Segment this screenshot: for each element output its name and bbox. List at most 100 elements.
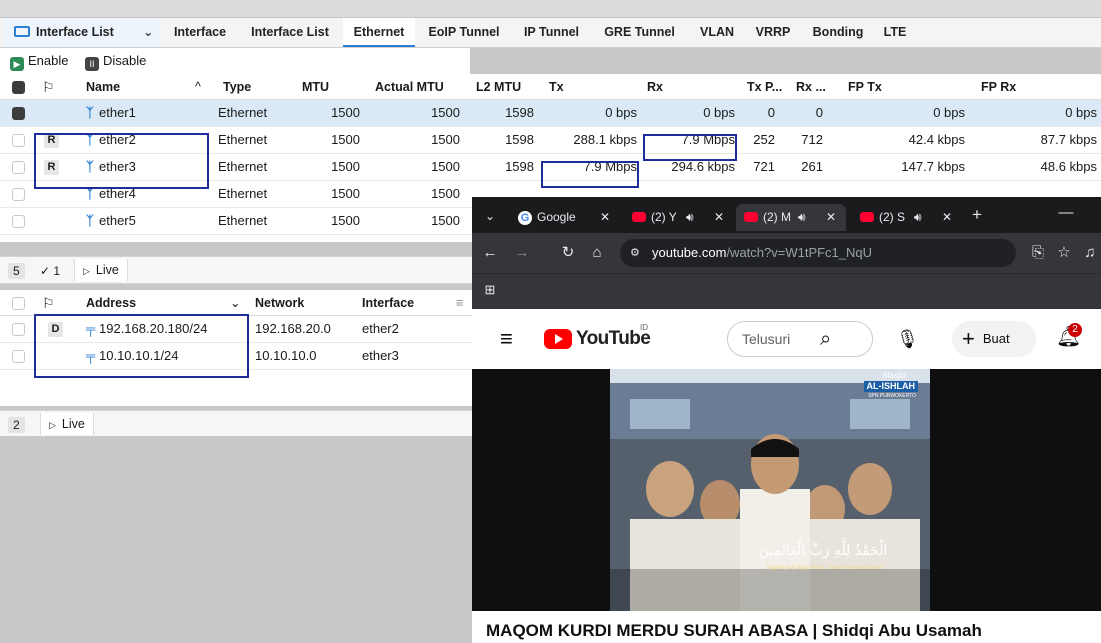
col-l2-mtu[interactable]: L2 MTU: [476, 74, 536, 99]
play-outline-icon: ▷: [49, 420, 56, 430]
menu-icon[interactable]: ≡: [500, 327, 513, 351]
live-button[interactable]: ▷ Live: [40, 413, 94, 435]
select-all-checkbox[interactable]: [12, 81, 25, 94]
tab-eoip-tunnel[interactable]: EoIP Tunnel: [418, 18, 510, 47]
address-bar[interactable]: ⚙ youtube.com/watch?v=W1tPFc1_NqU: [620, 239, 1016, 267]
youtube-icon: [632, 212, 646, 222]
column-menu-icon[interactable]: ≡: [456, 290, 470, 315]
close-icon[interactable]: ✕: [714, 204, 724, 231]
mtu-cell: 1500: [331, 159, 360, 174]
col-address[interactable]: Address: [86, 290, 186, 315]
browser-tab-youtube[interactable]: (2) S 🔊︎ ✕: [852, 204, 962, 231]
apps-grid-icon[interactable]: ⊞: [480, 280, 500, 300]
forward-icon[interactable]: →: [512, 243, 532, 263]
table-row[interactable]: ᛉ ether1 Ethernet 1500 1500 1598 0 bps 0 …: [0, 100, 1101, 127]
col-tx-packets[interactable]: Tx P...: [747, 74, 789, 99]
highlight-box-rows: [34, 133, 209, 189]
browser-toolbar: ← → ↻ ⌂ ⚙ youtube.com/watch?v=W1tPFc1_NqU…: [472, 233, 1101, 273]
col-interface[interactable]: Interface: [362, 290, 442, 315]
row-checkbox[interactable]: [12, 350, 25, 363]
col-name[interactable]: Name: [86, 74, 196, 99]
close-icon[interactable]: ✕: [600, 204, 610, 231]
tab-vlan[interactable]: VLAN: [689, 18, 745, 47]
search-icon[interactable]: ⌕: [820, 327, 831, 351]
enable-button[interactable]: ▶ Enable: [10, 52, 69, 71]
minimize-icon[interactable]: —: [1056, 203, 1076, 223]
select-all-checkbox[interactable]: [12, 297, 25, 310]
tab-ip-tunnel[interactable]: IP Tunnel: [513, 18, 590, 47]
interface-name: ᛉ ether5: [86, 208, 196, 234]
fp-tx-cell: 0 bps: [933, 105, 965, 120]
media-controls-icon[interactable]: ♫: [1080, 243, 1100, 263]
tab-interface[interactable]: Interface: [165, 18, 235, 47]
tab-vrrp[interactable]: VRRP: [748, 18, 798, 47]
ethernet-port-icon: ᛉ: [86, 105, 94, 120]
install-app-icon[interactable]: ⎘: [1028, 243, 1048, 263]
watermark-small: Masjid: [882, 371, 906, 380]
col-actual-mtu[interactable]: Actual MTU: [375, 74, 465, 99]
interface-list-panel-selector[interactable]: Interface List ⌄: [4, 18, 160, 47]
col-rx[interactable]: Rx: [647, 74, 687, 99]
type-cell: Ethernet: [218, 186, 268, 201]
create-button[interactable]: + Buat: [952, 321, 1036, 357]
network-cell: 10.10.10.0: [255, 348, 317, 363]
reload-icon[interactable]: ↻: [558, 243, 578, 263]
site-info-icon[interactable]: ⚙: [630, 239, 640, 267]
row-checkbox[interactable]: [12, 107, 25, 120]
row-checkbox[interactable]: [12, 161, 25, 174]
fp-tx-cell: 147.7 kbps: [901, 159, 965, 174]
close-icon[interactable]: ✕: [826, 204, 836, 231]
l2-mtu-cell: 1598: [505, 159, 534, 174]
chevron-down-icon: ⌄: [143, 25, 154, 39]
youtube-icon: [860, 212, 874, 222]
live-button[interactable]: ▷ Live: [74, 259, 128, 281]
notification-badge: 2: [1068, 323, 1082, 337]
highlight-box-rx: [643, 134, 737, 161]
row-checkbox[interactable]: [12, 188, 25, 201]
microphone-icon[interactable]: 🎙︎: [896, 327, 919, 351]
actual-mtu-cell: 1500: [431, 213, 460, 228]
enable-label: Enable: [28, 53, 69, 68]
row-count: 2: [8, 417, 25, 433]
col-tx[interactable]: Tx: [549, 74, 589, 99]
interface-cell: ether2: [362, 321, 399, 336]
col-rx-packets[interactable]: Rx ...: [796, 74, 836, 99]
type-cell: Ethernet: [218, 132, 268, 147]
video-player[interactable]: Masjid AL-ISHLAH SPN PURWOKERTO الْحَمْد…: [472, 369, 1101, 611]
bookmark-star-icon[interactable]: ☆: [1054, 243, 1074, 263]
table-header: ⚐ Address ⌄ Network Interface ≡: [0, 290, 472, 316]
tx-packets-cell: 0: [767, 105, 775, 120]
fp-rx-cell: 87.7 kbps: [1040, 132, 1097, 147]
row-checkbox[interactable]: [12, 134, 25, 147]
row-checkbox[interactable]: [12, 323, 25, 336]
back-icon[interactable]: ←: [480, 243, 500, 263]
col-mtu[interactable]: MTU: [302, 74, 352, 99]
tab-ethernet[interactable]: Ethernet: [343, 18, 415, 47]
tab-search-icon[interactable]: ⌄: [480, 206, 500, 226]
col-network[interactable]: Network: [255, 290, 345, 315]
row-count: 5: [8, 263, 25, 279]
col-fp-tx[interactable]: FP Tx: [848, 74, 908, 99]
col-type[interactable]: Type: [223, 74, 283, 99]
table-header: ⚐ Name ^ Type MTU Actual MTU L2 MTU Tx R…: [0, 74, 1101, 100]
col-fp-rx[interactable]: FP Rx: [981, 74, 1041, 99]
tab-interface-list[interactable]: Interface List: [240, 18, 340, 47]
interface-list-icon: [14, 26, 30, 37]
l2-mtu-cell: 1598: [505, 132, 534, 147]
browser-tab-google[interactable]: G Google ✕: [510, 204, 620, 231]
actual-mtu-cell: 1500: [431, 159, 460, 174]
home-icon[interactable]: ⌂: [587, 243, 607, 263]
google-icon: G: [518, 211, 532, 225]
browser-tab-youtube[interactable]: (2) Y 🔊︎ ✕: [624, 204, 734, 231]
tab-lte[interactable]: LTE: [876, 18, 914, 47]
tab-gre-tunnel[interactable]: GRE Tunnel: [594, 18, 685, 47]
search-input[interactable]: Telusuri: [727, 321, 873, 357]
type-cell: Ethernet: [218, 105, 268, 120]
row-checkbox[interactable]: [12, 215, 25, 228]
browser-tab-youtube-active[interactable]: (2) M 🔊︎ ✕: [736, 204, 846, 231]
actual-mtu-cell: 1500: [431, 132, 460, 147]
disable-button[interactable]: II Disable: [85, 52, 146, 71]
new-tab-icon[interactable]: +: [967, 205, 987, 225]
close-icon[interactable]: ✕: [942, 204, 952, 231]
tab-bonding[interactable]: Bonding: [803, 18, 873, 47]
